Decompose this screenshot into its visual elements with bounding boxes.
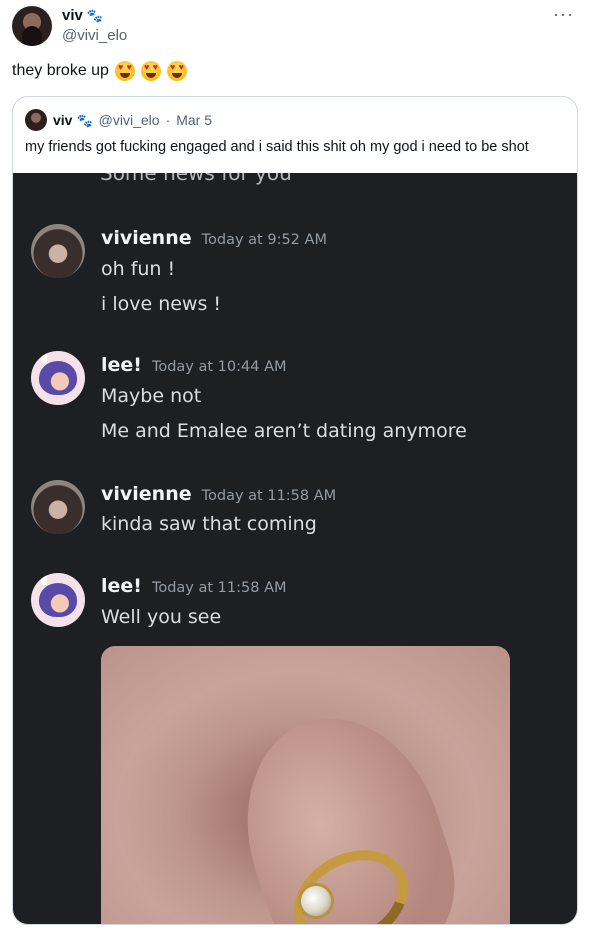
- lee-avatar: [31, 573, 85, 627]
- message-text: Me and Emalee aren’t dating anymore: [101, 420, 467, 442]
- message-username: vivienne: [101, 483, 192, 505]
- author-display-name[interactable]: viv: [62, 7, 83, 24]
- tweet-text-content: they broke up: [12, 62, 109, 79]
- message-username: lee!: [101, 354, 142, 376]
- message-username: lee!: [101, 575, 142, 597]
- message-username: vivienne: [101, 227, 192, 249]
- quoted-tweet-header: viv 🐾 @vivi_elo · Mar 5: [53, 112, 212, 128]
- separator-dot: ·: [165, 112, 171, 128]
- cut-off-message: Some news for you: [100, 173, 292, 185]
- heart-eyes-emoji: [114, 61, 135, 81]
- message-timestamp: Today at 11:58 AM: [151, 580, 287, 596]
- heart-eyes-emoji: [166, 61, 187, 81]
- quoted-tweet-text: my friends got fucking engaged and i sai…: [25, 139, 529, 155]
- message-timestamp: Today at 9:52 AM: [201, 232, 327, 248]
- tweet-text: they broke up: [12, 61, 187, 81]
- quoted-author-handle: @vivi_elo: [98, 112, 160, 128]
- ring-gem-shape: [301, 886, 331, 916]
- message-timestamp: Today at 10:44 AM: [151, 359, 287, 375]
- author-name-row: viv 🐾: [62, 7, 103, 24]
- message-header: vivienne Today at 11:58 AM: [101, 483, 336, 505]
- message-text: kinda saw that coming: [101, 513, 317, 535]
- quoted-author-avatar: [25, 109, 47, 131]
- vivienne-avatar: [31, 224, 85, 278]
- image-attachment[interactable]: [101, 646, 510, 924]
- author-avatar[interactable]: [12, 6, 52, 46]
- message-timestamp: Today at 11:58 AM: [201, 488, 337, 504]
- message-text: Well you see: [101, 606, 222, 628]
- more-options-button[interactable]: ···: [553, 4, 574, 25]
- message-header: lee! Today at 10:44 AM: [101, 354, 287, 376]
- message-header: vivienne Today at 9:52 AM: [101, 227, 327, 249]
- engagement-ring-shape: [276, 831, 426, 924]
- paw-prints-icon: 🐾: [86, 8, 104, 23]
- message-text: oh fun !: [101, 258, 176, 280]
- paw-prints-icon: 🐾: [76, 112, 93, 128]
- message-header: lee! Today at 11:58 AM: [101, 575, 287, 597]
- quoted-tweet-date: Mar 5: [176, 112, 213, 128]
- author-handle[interactable]: @vivi_elo: [62, 27, 127, 44]
- message-text: i love news !: [101, 293, 222, 315]
- message-text: Maybe not: [101, 385, 202, 407]
- vivienne-avatar: [31, 480, 85, 534]
- quoted-author-display-name: viv: [53, 112, 73, 128]
- heart-eyes-emoji: [140, 61, 161, 81]
- discord-screenshot-media[interactable]: Some news for you vivienne Today at 9:52…: [13, 173, 577, 924]
- quoted-tweet-card[interactable]: viv 🐾 @vivi_elo · Mar 5 my friends got f…: [12, 96, 578, 925]
- lee-avatar: [31, 351, 85, 405]
